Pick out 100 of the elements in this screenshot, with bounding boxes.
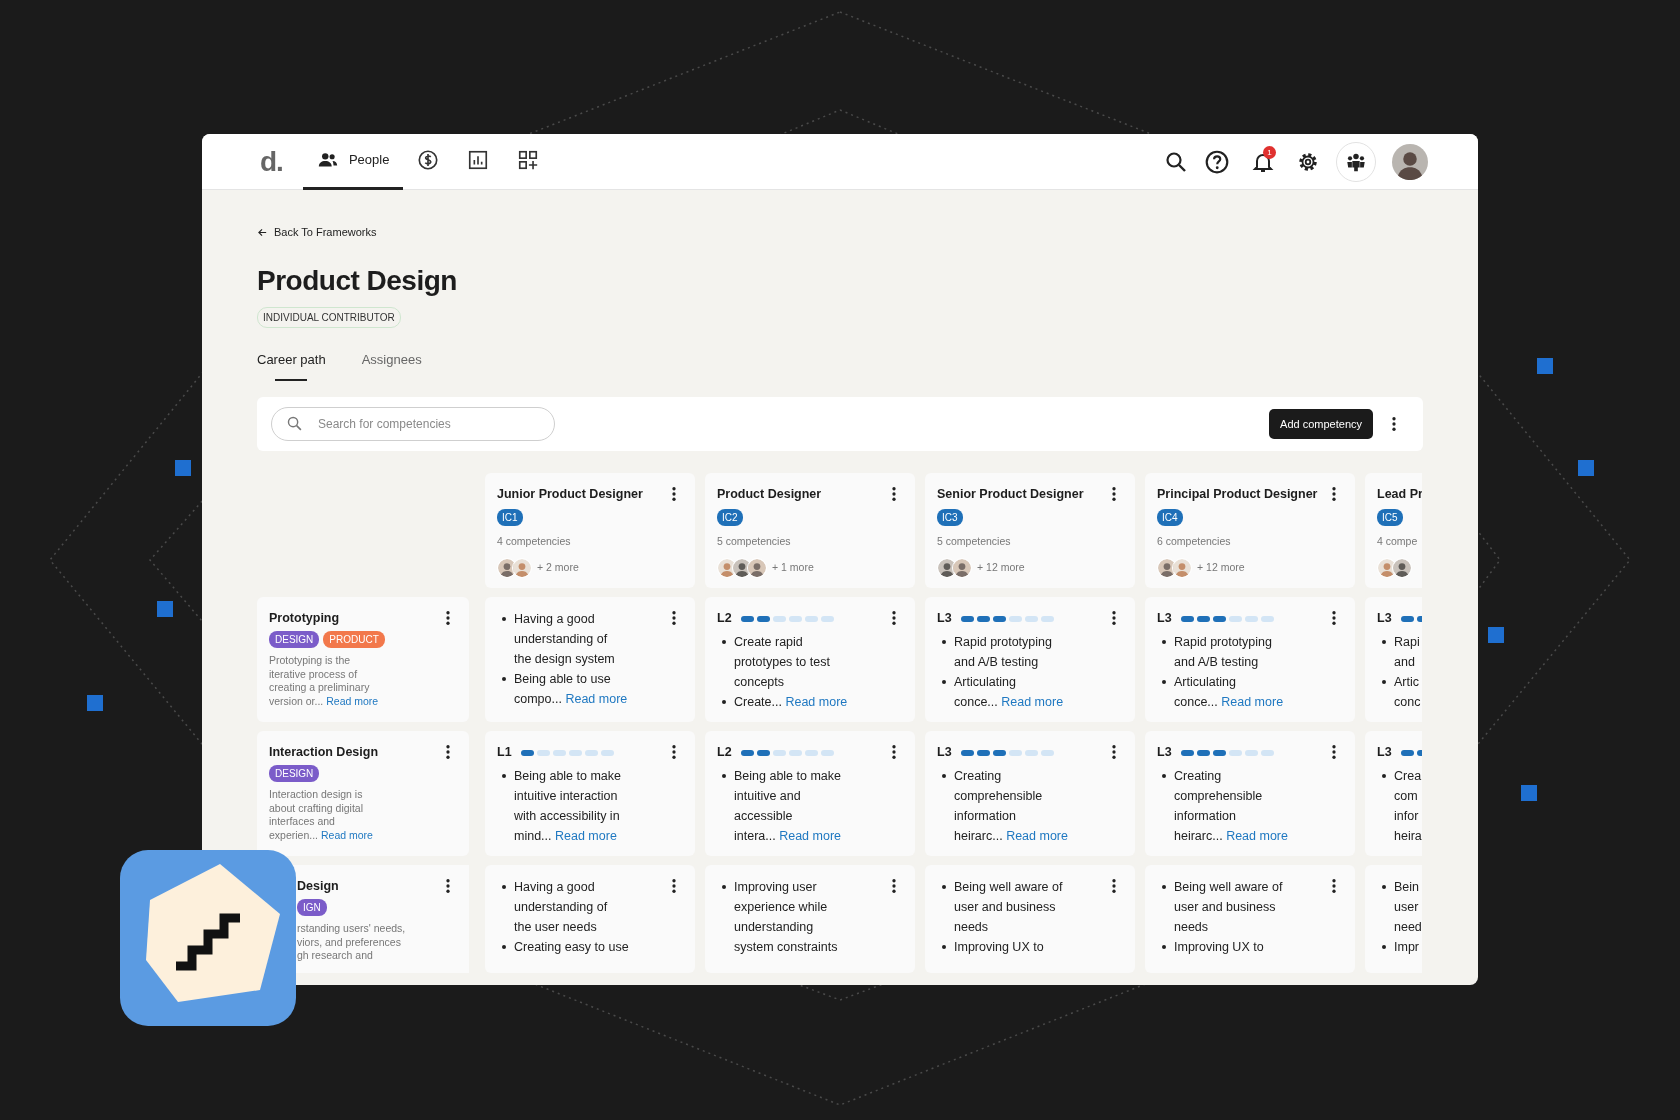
search-icon xyxy=(286,415,303,433)
column-title: Product Designer xyxy=(717,486,822,504)
competency-title: Interaction Design xyxy=(269,743,379,761)
read-more-link[interactable]: Read more xyxy=(555,828,617,843)
bullet-text: Having a good understanding of the design system xyxy=(514,610,615,668)
bullet-icon xyxy=(1162,944,1166,949)
back-link[interactable]: Back To Frameworks xyxy=(257,224,377,241)
column-title: Principal Product Designer xyxy=(1157,486,1318,504)
competency-count: 4 compe xyxy=(1377,533,1419,549)
bullet-text: Improving UX to xyxy=(954,938,1044,956)
bullet-icon xyxy=(502,884,506,889)
bullet-icon xyxy=(502,676,506,681)
bullet-icon xyxy=(1162,679,1166,684)
level-label: L3 xyxy=(1157,610,1172,628)
competency-count: 5 competencies xyxy=(937,533,1012,549)
avatar xyxy=(512,557,532,578)
competency-description: Interaction design is about crafting digital interfaces and experien... Read more xyxy=(269,788,374,843)
page-tab[interactable]: Assignees xyxy=(361,349,422,382)
read-more-link[interactable]: Read more xyxy=(785,694,848,709)
square-icon xyxy=(1488,627,1504,643)
bullet-text: Having a good understanding of the user needs xyxy=(514,878,608,936)
read-more-link[interactable]: Read more xyxy=(1006,828,1068,843)
square-icon xyxy=(157,601,173,617)
page-tab[interactable]: Career path xyxy=(257,349,326,382)
notification-badge: 1 xyxy=(1263,145,1276,159)
bullet-icon xyxy=(502,944,506,949)
more-assignees-text: + 12 more xyxy=(1197,559,1245,575)
competency-title: Design xyxy=(297,877,339,895)
read-more-link[interactable]: Read more xyxy=(326,694,379,707)
bullet-text: Bein user need xyxy=(1394,878,1422,936)
level-label: L3 xyxy=(1377,744,1392,762)
square-icon xyxy=(1578,460,1594,476)
level-label: L1 xyxy=(497,744,512,762)
level-label: L3 xyxy=(1377,610,1392,628)
bullet-text: Improving UX to xyxy=(1174,938,1264,956)
grid-plus-icon xyxy=(517,149,540,171)
avatar xyxy=(952,557,972,578)
bullet-text: Creating comprehensible information heirarc... Read more xyxy=(1174,767,1288,845)
notifications-button[interactable]: 1 xyxy=(1246,144,1280,179)
competency-description: Prototyping is the iterative process of creating a preliminary version or... Read more xyxy=(269,654,380,709)
competency-count: 5 competencies xyxy=(717,533,792,549)
page-title: Product Design xyxy=(257,264,458,298)
category-tag: DESIGN xyxy=(269,631,320,649)
read-more-link[interactable]: Read more xyxy=(320,828,373,841)
bullet-icon xyxy=(942,679,946,684)
column-title: Junior Product Designer xyxy=(497,486,643,504)
category-tag: IGN xyxy=(297,899,327,917)
bullet-icon xyxy=(1382,639,1386,644)
bullet-text: Articulating conce... Read more xyxy=(1174,673,1284,711)
read-more-link[interactable]: Read more xyxy=(1226,828,1288,843)
bullet-icon xyxy=(722,773,726,778)
bullet-text: Crea com infor heira xyxy=(1394,767,1422,845)
bullet-icon xyxy=(722,699,726,704)
bullet-text: Being able to make intuitive and accessible intera... Read more xyxy=(734,767,841,845)
level-label: L3 xyxy=(937,744,952,762)
bullet-text: Creating easy to use xyxy=(514,938,629,956)
arrow-left-icon xyxy=(257,227,268,238)
logo[interactable]: d. xyxy=(260,140,283,183)
user-avatar[interactable] xyxy=(1392,143,1428,180)
add-competency-button[interactable]: Add competency xyxy=(1269,408,1373,440)
competency-title: Prototyping xyxy=(269,609,340,627)
people-tab[interactable]: People xyxy=(302,134,404,190)
bullet-text: Being well aware of user and business needs xyxy=(954,878,1063,936)
more-assignees-text: + 1 more xyxy=(772,559,814,575)
level-code-badge: IC2 xyxy=(717,508,743,526)
bullet-text: Being able to make intuitive interaction with accessibility in mind... Read more xyxy=(514,767,621,845)
bullet-icon xyxy=(1382,679,1386,684)
search-icon[interactable] xyxy=(1164,149,1188,174)
read-more-link[interactable]: Read more xyxy=(565,691,628,706)
read-more-link[interactable]: Read more xyxy=(1221,694,1284,709)
help-icon[interactable] xyxy=(1204,148,1230,175)
avatar xyxy=(1392,557,1412,578)
square-icon xyxy=(87,695,103,711)
bullet-text: Rapid prototyping and A/B testing xyxy=(1174,633,1272,671)
more-assignees-text: + 2 more xyxy=(537,559,579,575)
bullet-text: Create rapid prototypes to test concepts xyxy=(734,633,830,691)
level-code-badge: IC3 xyxy=(937,508,963,526)
app-logo-icon xyxy=(120,850,296,1026)
bullet-icon xyxy=(1382,884,1386,889)
level-label: L2 xyxy=(717,744,732,762)
read-more-link[interactable]: Read more xyxy=(1001,694,1064,709)
bullet-text: Creating comprehensible information heirarc... Read more xyxy=(954,767,1068,845)
avatar xyxy=(1172,557,1192,578)
competency-count: 4 competencies xyxy=(497,533,572,549)
bullet-text: Being well aware of user and business needs xyxy=(1174,878,1283,936)
competency-description: rstanding users' needs, viors, and preferences gh research and xyxy=(297,922,407,963)
bullet-text: Impr xyxy=(1394,938,1419,956)
level-code-badge: IC4 xyxy=(1157,508,1183,526)
read-more-link[interactable]: Read more xyxy=(779,828,841,843)
level-label: L3 xyxy=(1157,744,1172,762)
bullet-icon xyxy=(942,639,946,644)
competency-count: 6 competencies xyxy=(1157,533,1232,549)
bullet-icon xyxy=(1382,944,1386,949)
square-icon xyxy=(1521,785,1537,801)
square-icon xyxy=(1537,358,1553,374)
category-tag: PRODUCT xyxy=(323,631,385,649)
bullet-text: Rapid prototyping and A/B testing xyxy=(954,633,1052,671)
search-field[interactable]: Search for competencies xyxy=(271,407,555,442)
more-assignees-text: + 12 more xyxy=(977,559,1025,575)
bullet-text: Being able to use compo... Read more xyxy=(514,670,628,708)
